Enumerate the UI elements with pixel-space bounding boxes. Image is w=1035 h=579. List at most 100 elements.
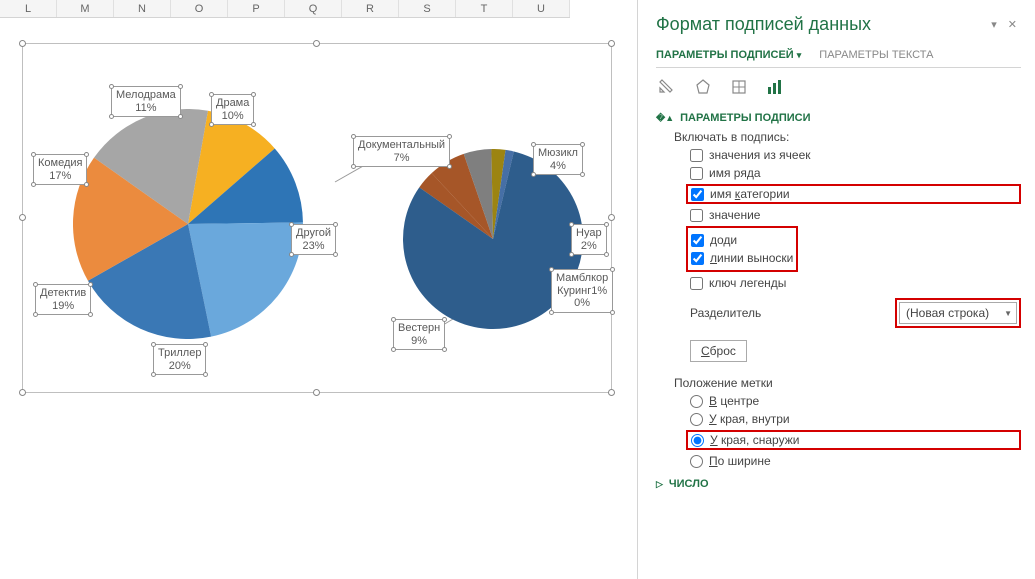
radio-label: У края, снаружи (710, 433, 799, 447)
worksheet-grid[interactable]: Мелодрама 11% Драма 10% Другой 23% Трилл… (0, 18, 630, 578)
pie-chart-main[interactable] (73, 109, 303, 339)
checkbox[interactable] (691, 252, 704, 265)
col-L[interactable]: L (0, 0, 57, 17)
size-icon[interactable] (728, 76, 750, 98)
checkbox[interactable] (690, 167, 703, 180)
radio-label: У края, внутри (709, 412, 790, 426)
radio-label: По ширине (709, 454, 771, 468)
tab-label-options[interactable]: ПАРАМЕТРЫ ПОДПИСЕЙ ▾ (656, 45, 801, 67)
data-label[interactable]: Документальный 7% (353, 136, 450, 167)
fill-icon[interactable] (656, 76, 678, 98)
radio-best-fit[interactable]: По ширине (690, 454, 1021, 468)
col-U[interactable]: U (513, 0, 570, 17)
effects-icon[interactable] (692, 76, 714, 98)
pane-title-row: Формат подписей данных ▾ ✕ (656, 14, 1021, 35)
chk-label: имя ряда (709, 166, 761, 180)
radio-label: В центре (709, 394, 759, 408)
label-text: Триллер (158, 347, 201, 359)
label-text: Мюзикл (538, 147, 578, 159)
label-pct: 2% (581, 240, 597, 252)
section-number[interactable]: ▷ ЧИСЛО (656, 478, 1021, 490)
label-pct: 11% (135, 102, 156, 114)
data-label[interactable]: Детектив 19% (35, 284, 91, 315)
data-label[interactable]: Драма 10% (211, 94, 254, 125)
label-pct: 10% (222, 110, 244, 122)
chk-label: значение (709, 208, 760, 222)
tab-text-options[interactable]: ПАРАМЕТРЫ ТЕКСТА (819, 45, 933, 67)
label-text: Мамблкор (556, 272, 608, 284)
col-S[interactable]: S (399, 0, 456, 17)
label-pct: 9% (411, 335, 427, 347)
radio[interactable] (690, 395, 703, 408)
pane-tabs: ПАРАМЕТРЫ ПОДПИСЕЙ ▾ ПАРАМЕТРЫ ТЕКСТА (656, 45, 1021, 68)
label-text: Детектив (40, 287, 86, 299)
section-label-options[interactable]: �▲ ПАРАМЕТРЫ ПОДПИСИ (656, 112, 1021, 124)
radio-inside-end[interactable]: У края, внутри (690, 412, 1021, 426)
label-pct: 1% (591, 285, 607, 297)
radio[interactable] (690, 455, 703, 468)
chk-series-name[interactable]: имя ряда (690, 166, 1021, 180)
chk-values-from-cells[interactable]: значения из ячеек (690, 148, 1021, 162)
collapse-icon: �▲ (656, 113, 674, 124)
pane-window-controls[interactable]: ▾ ✕ (991, 18, 1021, 31)
label-text: Мелодрама (116, 89, 176, 101)
pane-iconbar (656, 76, 1021, 98)
label-pct: 7% (394, 152, 410, 164)
data-label[interactable]: Другой 23% (291, 224, 336, 255)
chevron-down-icon: ▾ (797, 50, 802, 60)
data-label[interactable]: Мелодрама 11% (111, 86, 181, 117)
checkbox[interactable] (690, 277, 703, 290)
separator-row: Разделитель (Новая строка) ▼ (690, 298, 1021, 328)
chk-label: значения из ячеек (709, 148, 811, 162)
chk-value[interactable]: значение (690, 208, 1021, 222)
label-text: Документальный (358, 139, 445, 151)
chk-label: имя категории (710, 187, 790, 201)
data-label[interactable]: Мамблкор Куринг1% 0% (551, 269, 613, 313)
chart-options-icon[interactable] (764, 76, 786, 98)
label-pct: 23% (302, 240, 324, 252)
col-O[interactable]: O (171, 0, 228, 17)
chk-legend-key[interactable]: ключ легенды (690, 276, 1021, 290)
checkbox[interactable] (691, 188, 704, 201)
label-text: Комедия (38, 157, 82, 169)
include-label: Включать в подпись: (674, 130, 1021, 144)
checkbox[interactable] (690, 149, 703, 162)
separator-select[interactable]: (Новая строка) ▼ (899, 302, 1017, 324)
label-pct: 20% (169, 360, 191, 372)
position-label: Положение метки (674, 376, 1021, 390)
col-T[interactable]: T (456, 0, 513, 17)
data-label[interactable]: Нуар 2% (571, 224, 607, 255)
column-headers: L M N O P Q R S T U (0, 0, 570, 18)
data-label[interactable]: Триллер 20% (153, 344, 206, 375)
label-text: Нуар (576, 227, 602, 239)
label-pct2: 0% (574, 297, 590, 309)
checkbox[interactable] (691, 234, 704, 247)
chk-label: доди (710, 233, 737, 247)
reset-button[interactable]: Сброс (690, 340, 747, 362)
radio-outside-end[interactable]: У края, снаружи (686, 430, 1021, 450)
col-R[interactable]: R (342, 0, 399, 17)
tab-label: ПАРАМЕТРЫ ПОДПИСЕЙ (656, 49, 794, 61)
col-Q[interactable]: Q (285, 0, 342, 17)
label-text2: Куринг (557, 285, 591, 297)
chk-category-name[interactable]: имя категории (686, 184, 1021, 204)
label-pct: 19% (52, 300, 74, 312)
radio[interactable] (691, 434, 704, 447)
chk-leader-lines[interactable]: линии выноски (691, 251, 793, 265)
chk-percentage[interactable]: доди (691, 233, 793, 247)
section-title: ЧИСЛО (669, 478, 709, 490)
data-label[interactable]: Комедия 17% (33, 154, 87, 185)
label-options-group: Включать в подпись: значения из ячеек им… (674, 130, 1021, 468)
pane-title: Формат подписей данных (656, 14, 871, 35)
radio-center[interactable]: В центре (690, 394, 1021, 408)
col-N[interactable]: N (114, 0, 171, 17)
chart-object[interactable]: Мелодрама 11% Драма 10% Другой 23% Трилл… (22, 43, 612, 393)
col-M[interactable]: M (57, 0, 114, 17)
section-title: ПАРАМЕТРЫ ПОДПИСИ (680, 112, 810, 124)
radio[interactable] (690, 413, 703, 426)
chk-label: линии выноски (710, 251, 793, 265)
checkbox[interactable] (690, 209, 703, 222)
col-P[interactable]: P (228, 0, 285, 17)
data-label[interactable]: Мюзикл 4% (533, 144, 583, 175)
data-label[interactable]: Вестерн 9% (393, 319, 445, 350)
